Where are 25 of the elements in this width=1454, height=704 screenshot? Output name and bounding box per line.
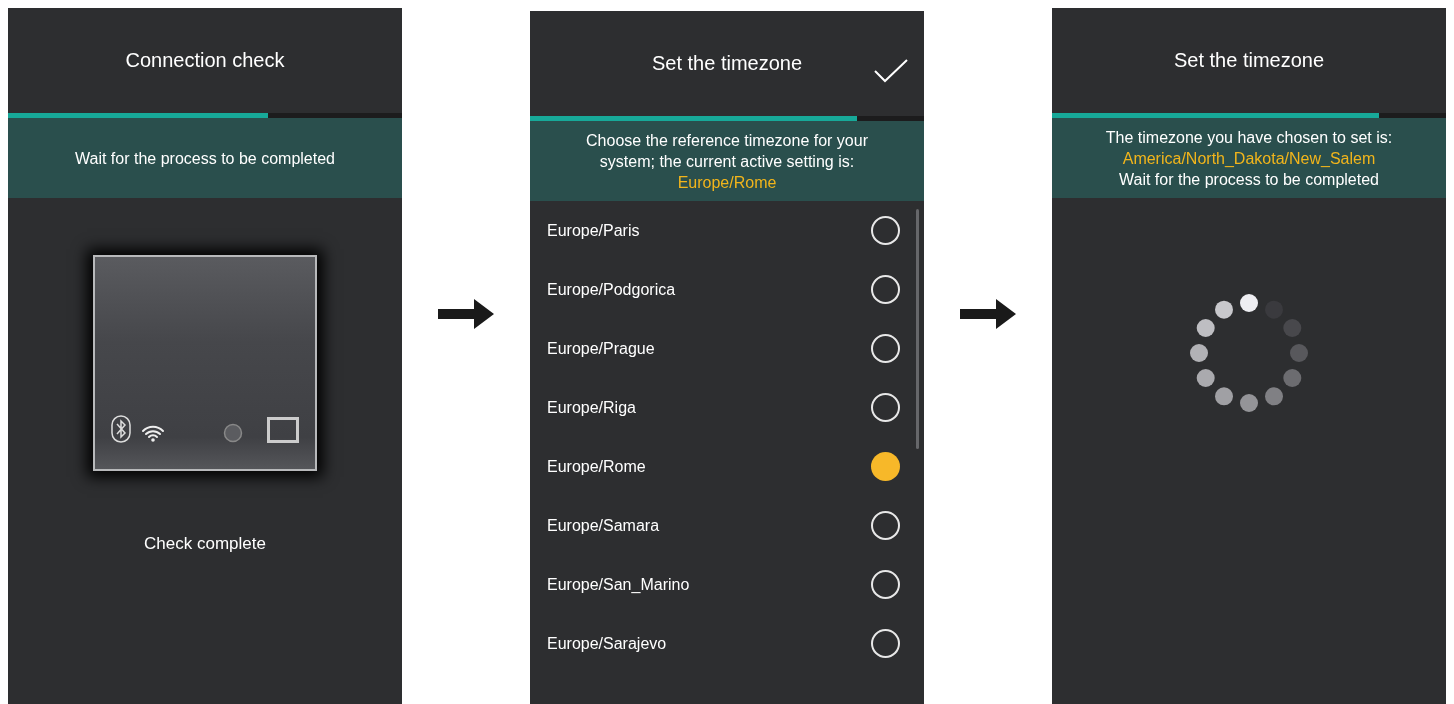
bluetooth-icon xyxy=(111,415,131,443)
arrow-icon xyxy=(438,299,494,329)
banner-text: America/North_Dakota/New_Salem xyxy=(1122,148,1376,169)
loading-spinner-icon xyxy=(1189,293,1309,413)
square-icon xyxy=(267,417,299,443)
timezone-option[interactable]: Europe/Samara xyxy=(530,496,924,555)
arrow-icon xyxy=(960,299,1016,329)
screen-title: Set the timezone xyxy=(651,52,803,75)
banner-text: Wait for the process to be completed xyxy=(1119,169,1379,190)
timezone-option[interactable]: Europe/Paris xyxy=(530,201,924,260)
circle-icon xyxy=(223,423,243,443)
wifi-icon xyxy=(141,423,165,443)
timezone-option[interactable]: Europe/Podgorica xyxy=(530,260,924,319)
banner-text: Choose the reference timezone for your system; the current active setting is: Europe/Rome xyxy=(585,130,869,193)
timezone-option[interactable]: Europe/Prague xyxy=(530,319,924,378)
timezone-option[interactable]: Europe/San_Marino xyxy=(530,555,924,614)
timezone-option[interactable]: Europe/Sarajevo xyxy=(530,614,924,673)
confirm-button[interactable] xyxy=(872,57,910,85)
screen-title: Set the timezone xyxy=(1173,49,1325,72)
status-text: Check complete xyxy=(144,534,266,554)
banner-text: Wait for the process to be completed xyxy=(75,148,335,169)
timezone-option[interactable]: Europe/Riga xyxy=(530,378,924,437)
screen-title: Connection check xyxy=(125,49,285,72)
timezone-option[interactable]: Europe/Rome xyxy=(530,437,924,496)
banner-text: The timezone you have chosen to set is: xyxy=(1105,127,1393,148)
